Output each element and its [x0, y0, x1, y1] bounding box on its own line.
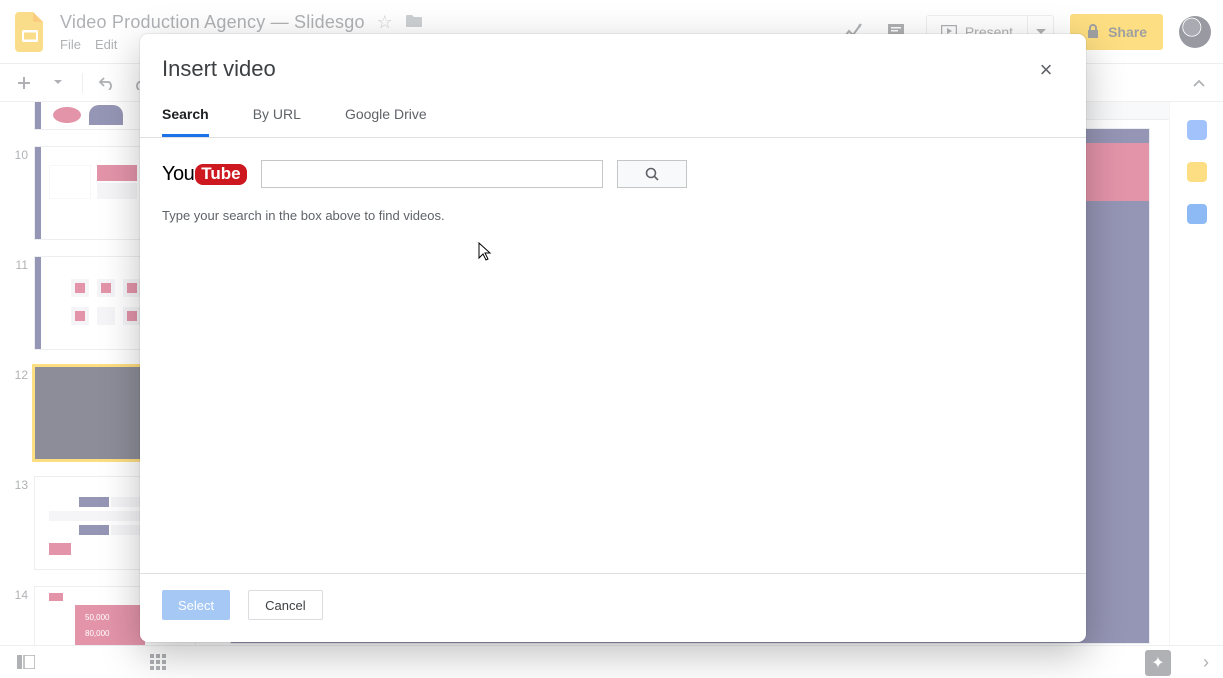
slide-number: 10	[10, 146, 28, 162]
share-label: Share	[1108, 24, 1147, 40]
document-title[interactable]: Video Production Agency — Slidesgo	[60, 12, 365, 33]
thumb-value: 80,000	[85, 629, 109, 638]
account-avatar[interactable]	[1179, 16, 1211, 48]
tab-google-drive[interactable]: Google Drive	[345, 106, 427, 137]
slide-number: 12	[10, 366, 28, 382]
dialog-footer: Select Cancel	[140, 573, 1086, 642]
new-slide-button[interactable]	[14, 73, 34, 93]
lock-icon	[1086, 24, 1100, 40]
calendar-addon-icon[interactable]	[1187, 120, 1207, 140]
thumb-value: 50,000	[85, 613, 109, 622]
dialog-body: YouTube Type your search in the box abov…	[140, 138, 1086, 573]
cancel-button[interactable]: Cancel	[248, 590, 322, 620]
collapse-panel-icon[interactable]	[1189, 73, 1209, 93]
menu-edit[interactable]: Edit	[95, 37, 117, 52]
search-icon	[645, 167, 659, 181]
slide-number: 13	[10, 476, 28, 492]
menu-file[interactable]: File	[60, 37, 81, 52]
insert-video-dialog: Insert video × Search By URL Google Driv…	[140, 34, 1086, 642]
youtube-you: You	[162, 163, 194, 186]
tab-search[interactable]: Search	[162, 106, 209, 137]
search-hint: Type your search in the box above to fin…	[162, 208, 1064, 223]
keep-addon-icon[interactable]	[1187, 162, 1207, 182]
slide-number: 14	[10, 586, 28, 602]
star-icon[interactable]: ☆	[377, 12, 393, 33]
youtube-tube: Tube	[195, 164, 246, 185]
undo-button[interactable]	[97, 73, 117, 93]
folder-icon[interactable]	[405, 12, 423, 33]
slides-logo[interactable]	[10, 12, 50, 52]
grid-view-icon[interactable]	[146, 650, 170, 674]
tab-by-url[interactable]: By URL	[253, 106, 301, 137]
select-button: Select	[162, 590, 230, 620]
new-slide-dropdown[interactable]	[48, 73, 68, 93]
video-search-input[interactable]	[261, 160, 603, 188]
search-button[interactable]	[617, 160, 687, 188]
show-sidepanel-icon[interactable]: ›	[1203, 652, 1209, 673]
side-panel	[1169, 102, 1223, 645]
bottom-bar: ✦ ›	[0, 645, 1223, 678]
dialog-tabs: Search By URL Google Drive	[140, 84, 1086, 138]
explore-button[interactable]: ✦	[1145, 650, 1171, 676]
close-button[interactable]: ×	[1032, 56, 1060, 84]
dialog-title: Insert video	[162, 56, 276, 82]
filmstrip-view-icon[interactable]	[14, 650, 38, 674]
slide-number: 11	[10, 256, 28, 272]
youtube-logo: YouTube	[162, 163, 247, 186]
tasks-addon-icon[interactable]	[1187, 204, 1207, 224]
